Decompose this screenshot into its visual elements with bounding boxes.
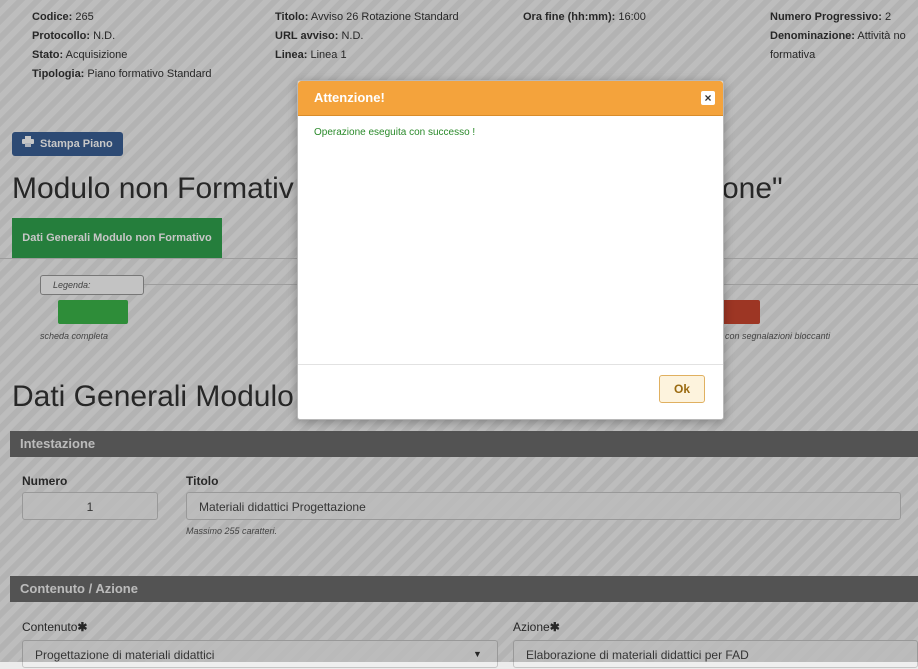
dialog-header: Attenzione! ×	[298, 81, 723, 116]
dialog-title: Attenzione!	[314, 90, 385, 105]
alert-dialog: Attenzione! × Operazione eseguita con su…	[297, 80, 724, 420]
ok-button[interactable]: Ok	[659, 375, 705, 403]
close-icon[interactable]: ×	[701, 91, 715, 105]
dialog-message: Operazione eseguita con successo !	[314, 127, 476, 138]
dialog-footer-divider	[298, 364, 723, 365]
